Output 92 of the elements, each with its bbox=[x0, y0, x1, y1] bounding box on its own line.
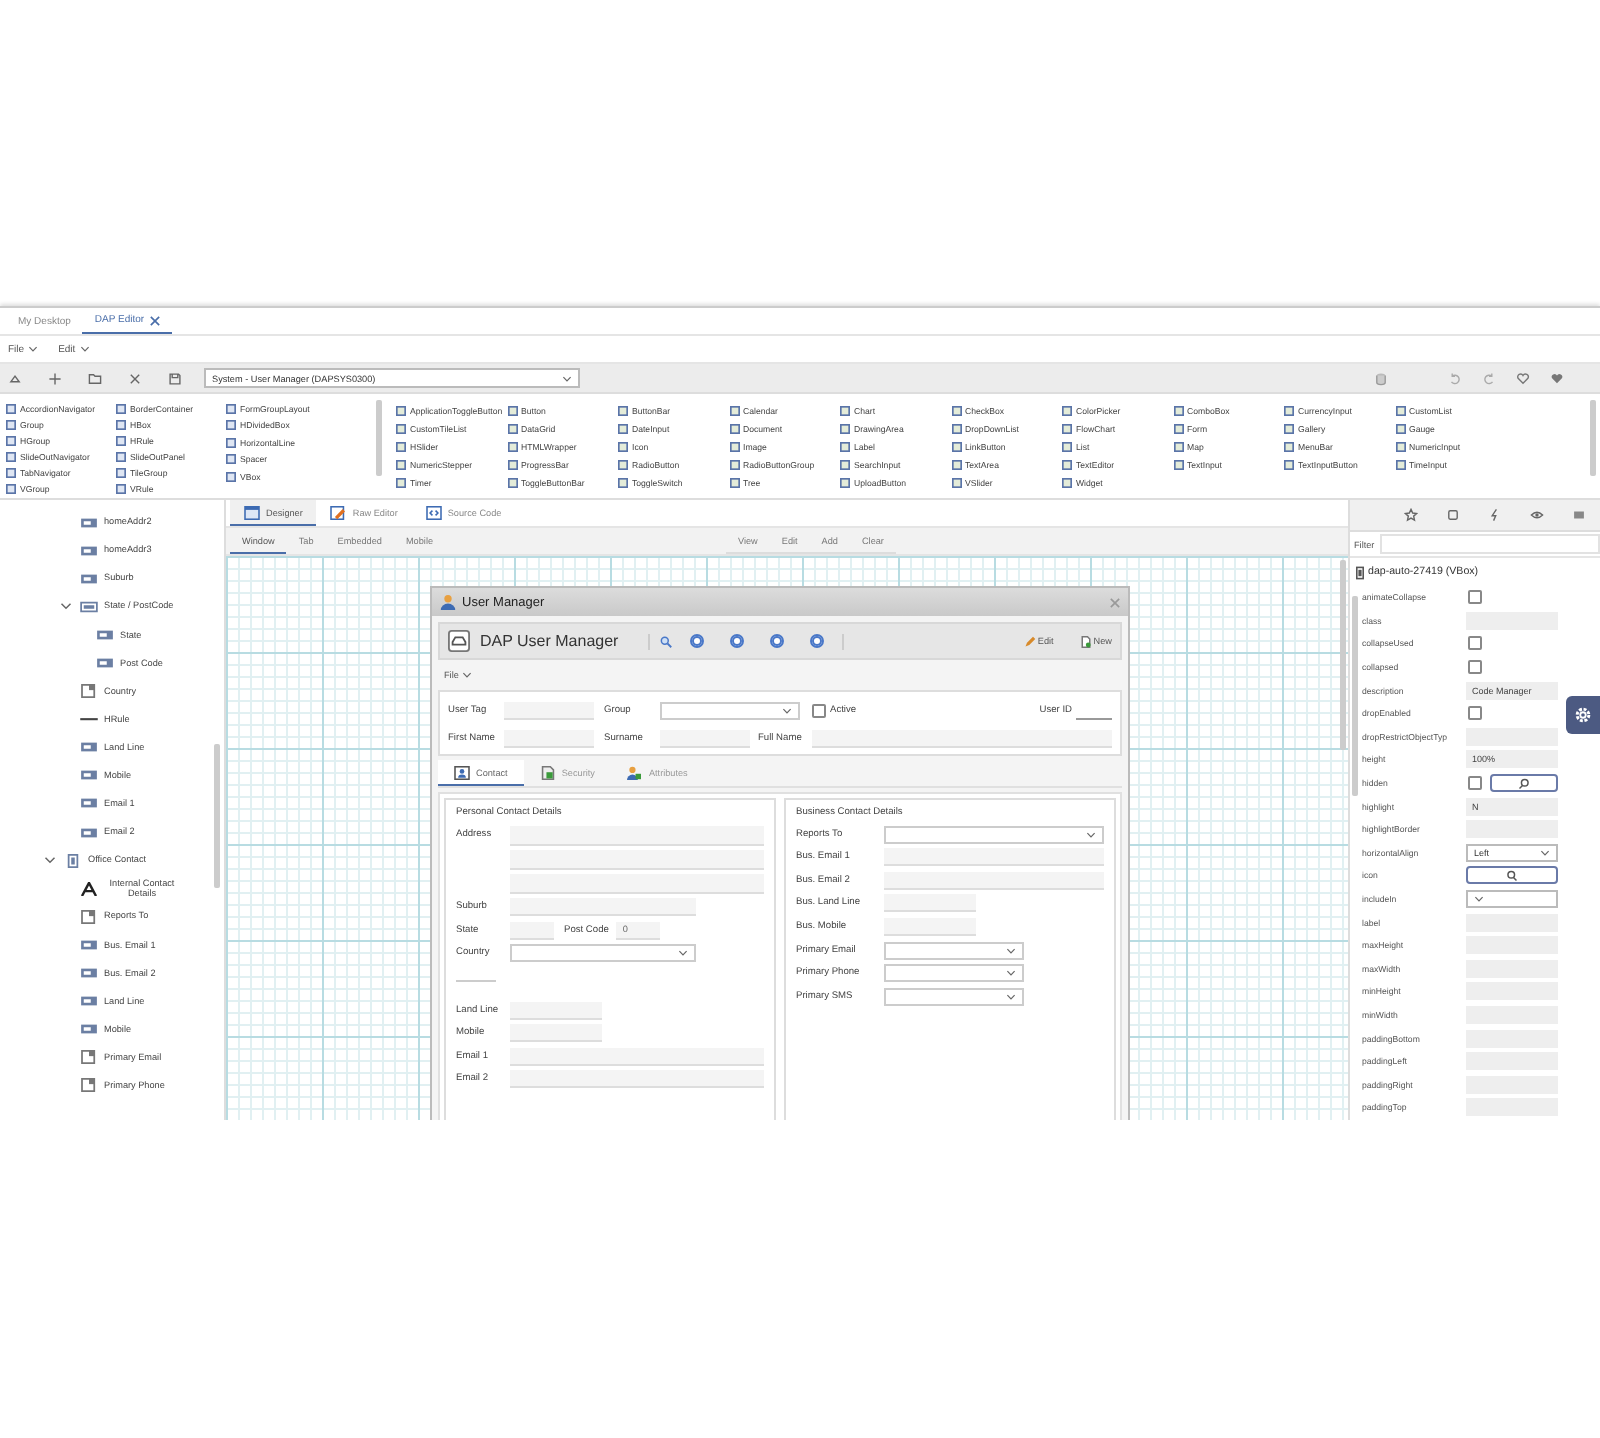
search-icon[interactable] bbox=[660, 635, 673, 647]
scrollbar[interactable] bbox=[376, 400, 382, 476]
round-nav-button[interactable] bbox=[810, 634, 825, 648]
text-field-icon bbox=[80, 796, 98, 811]
text-field-icon bbox=[80, 768, 98, 783]
filter-field[interactable] bbox=[1380, 534, 1600, 554]
scrollbar[interactable] bbox=[1590, 400, 1596, 476]
caret-icon bbox=[1474, 896, 1484, 903]
caret-icon bbox=[562, 375, 572, 381]
text-field-icon bbox=[80, 937, 98, 952]
caret-icon bbox=[462, 672, 473, 678]
settings-icon bbox=[1572, 704, 1594, 726]
close-icon[interactable] bbox=[128, 371, 142, 385]
text-field-icon bbox=[80, 543, 98, 558]
caret-icon[interactable] bbox=[44, 856, 56, 865]
scrollbar[interactable] bbox=[214, 744, 220, 888]
dropdown-icon bbox=[80, 909, 98, 924]
solid-heart-icon[interactable] bbox=[1550, 371, 1564, 385]
form-heading: DAP User Manager bbox=[480, 632, 619, 650]
dropdown[interactable] bbox=[884, 964, 1024, 983]
caret-icon bbox=[1540, 849, 1550, 856]
dropdown[interactable] bbox=[884, 941, 1024, 960]
dropdown[interactable] bbox=[660, 702, 800, 720]
search-icon bbox=[1506, 869, 1518, 882]
property-dropdown[interactable] bbox=[1466, 890, 1558, 909]
caret-icon[interactable] bbox=[60, 602, 72, 611]
redo-icon[interactable] bbox=[1482, 371, 1496, 385]
checkbox[interactable] bbox=[1468, 776, 1482, 791]
caret-icon bbox=[28, 346, 39, 352]
folder-icon[interactable] bbox=[88, 371, 102, 385]
checkbox[interactable] bbox=[1468, 660, 1482, 675]
code-icon bbox=[425, 506, 442, 520]
scrollbar[interactable] bbox=[1352, 596, 1358, 796]
text-field-icon bbox=[80, 571, 98, 586]
undo-icon[interactable] bbox=[1448, 371, 1462, 385]
caret-icon bbox=[1006, 947, 1016, 954]
plus-icon[interactable] bbox=[48, 371, 62, 385]
checkbox[interactable] bbox=[1468, 590, 1482, 605]
save-icon[interactable] bbox=[168, 371, 182, 385]
text-field-icon bbox=[96, 656, 114, 671]
close-icon[interactable] bbox=[150, 315, 161, 325]
checkbox[interactable] bbox=[1468, 636, 1482, 651]
dropdown-icon bbox=[80, 1050, 98, 1065]
text-field-icon bbox=[96, 627, 114, 642]
round-nav-button[interactable] bbox=[770, 634, 785, 648]
vertical-box-icon bbox=[1356, 565, 1364, 579]
person-icon bbox=[440, 594, 456, 610]
vertical-box-icon bbox=[64, 853, 82, 868]
text-field-icon bbox=[80, 994, 98, 1009]
checkbox[interactable] bbox=[1468, 706, 1482, 721]
text-field-icon bbox=[80, 515, 98, 530]
round-nav-button[interactable] bbox=[730, 634, 745, 648]
pencil-icon bbox=[1023, 635, 1036, 647]
document-icon bbox=[539, 766, 556, 780]
letter-a-icon bbox=[80, 881, 98, 896]
caret-icon bbox=[1086, 831, 1096, 838]
checkbox[interactable] bbox=[812, 704, 826, 718]
settings-button[interactable] bbox=[1566, 696, 1600, 734]
database-icon[interactable] bbox=[1374, 371, 1388, 385]
caret-icon bbox=[782, 708, 792, 714]
text-field-icon bbox=[80, 966, 98, 981]
dropdown[interactable] bbox=[884, 987, 1024, 1006]
text-field-icon bbox=[80, 740, 98, 755]
pencil-icon bbox=[330, 506, 347, 520]
dropdown[interactable] bbox=[884, 825, 1104, 844]
text-field-icon bbox=[80, 825, 98, 840]
search-icon bbox=[1518, 777, 1530, 790]
round-nav-button[interactable] bbox=[690, 634, 705, 648]
caret-icon bbox=[678, 950, 688, 957]
window-icon bbox=[244, 505, 260, 519]
dropdown[interactable] bbox=[510, 944, 696, 963]
contact-card-icon bbox=[454, 765, 470, 779]
star-icon[interactable] bbox=[1404, 508, 1418, 522]
scrollbar[interactable] bbox=[1340, 560, 1346, 750]
eye-icon[interactable] bbox=[1530, 508, 1544, 522]
divider-line bbox=[456, 980, 496, 983]
search-button[interactable] bbox=[1466, 866, 1558, 885]
logo-icon bbox=[448, 630, 470, 652]
dropdown-icon bbox=[80, 1078, 98, 1093]
document-icon bbox=[1079, 635, 1092, 647]
square-icon[interactable] bbox=[1446, 508, 1460, 522]
search-button[interactable] bbox=[1490, 774, 1558, 793]
caret-icon bbox=[79, 346, 90, 352]
person-icon bbox=[626, 766, 643, 780]
heart-icon[interactable] bbox=[1516, 371, 1530, 385]
text-field-icon bbox=[80, 1022, 98, 1037]
dropdown-icon bbox=[80, 684, 98, 699]
bolt-icon[interactable] bbox=[1488, 508, 1502, 522]
caret-icon bbox=[1006, 970, 1016, 977]
caret-icon bbox=[1006, 993, 1016, 1000]
group-box-icon bbox=[80, 599, 98, 614]
triangle-up-icon[interactable] bbox=[8, 371, 22, 385]
